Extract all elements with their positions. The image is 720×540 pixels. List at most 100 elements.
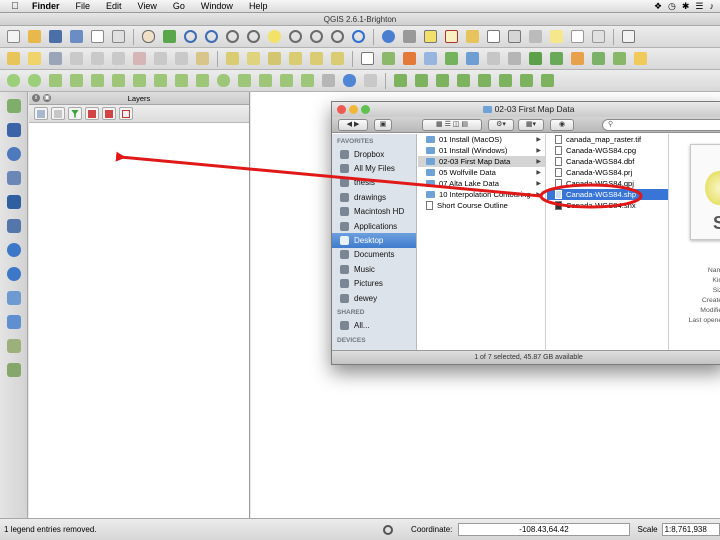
sidebar-item-music[interactable]: Music (332, 262, 416, 276)
identify-icon[interactable] (379, 28, 398, 46)
sidebar-item-desktop[interactable]: Desktop (332, 233, 416, 248)
add-postgis-layer-icon[interactable] (4, 144, 24, 164)
list-item[interactable]: Canada-WGS84.dbf (547, 156, 668, 167)
delimited-text-icon[interactable] (358, 50, 377, 68)
new-shapefile-layer-icon[interactable] (4, 336, 24, 356)
arrange-menu-icon[interactable]: ▦▾ (518, 119, 544, 131)
coordinate-toggle-icon[interactable] (383, 524, 394, 535)
timemachine-icon[interactable]: ◷ (668, 1, 676, 12)
measure-icon[interactable] (526, 28, 545, 46)
sidebar-item-dewey[interactable]: dewey (332, 291, 416, 305)
node-tool-icon[interactable] (109, 50, 128, 68)
zoom-last-icon[interactable] (307, 28, 326, 46)
select-icon[interactable] (421, 28, 440, 46)
list-item[interactable]: Short Course Outline (418, 200, 545, 211)
expand-all-icon[interactable] (85, 107, 99, 120)
plugin-j-icon[interactable] (454, 72, 473, 90)
save-edits-icon[interactable] (46, 50, 65, 68)
view-mode-buttons[interactable]: ▦ ☰ ◫ ▤ (422, 119, 482, 131)
rotate-feature-icon[interactable] (46, 72, 65, 90)
plugin-e-icon[interactable] (610, 50, 629, 68)
plugin-c-icon[interactable] (568, 50, 587, 68)
arrow-back-icon[interactable] (340, 72, 359, 90)
close-window-icon[interactable] (337, 105, 346, 114)
add-mssql-layer-icon[interactable] (4, 192, 24, 212)
layer-styling-icon[interactable] (34, 107, 48, 120)
list-item[interactable]: 01 Install (Windows) ▶ (418, 145, 545, 156)
add-ring-icon[interactable] (88, 72, 107, 90)
add-oracle-layer-icon[interactable] (4, 216, 24, 236)
filter-legend-icon[interactable] (68, 107, 82, 120)
rotate-label-icon[interactable] (307, 50, 326, 68)
menu-finder[interactable]: Finder (24, 1, 68, 11)
split-features-icon[interactable] (235, 72, 254, 90)
zoom-actual-icon[interactable] (223, 28, 242, 46)
refresh-icon[interactable] (349, 28, 368, 46)
plugin-a-icon[interactable] (526, 50, 545, 68)
back-forward-buttons[interactable]: ◀ ▶ (338, 119, 368, 131)
plugin-m-icon[interactable] (517, 72, 536, 90)
move-label-icon[interactable] (286, 50, 305, 68)
list-item[interactable]: 02-03 First Map Data ▶ (418, 156, 545, 167)
georeferencer-icon[interactable] (379, 50, 398, 68)
offline-editing-icon[interactable] (505, 50, 524, 68)
menu-edit[interactable]: Edit (98, 1, 130, 11)
open-project-icon[interactable] (25, 28, 44, 46)
sidebar-item-dropbox[interactable]: Dropbox (332, 147, 416, 161)
label-tool-icon[interactable] (223, 50, 242, 68)
sidebar-item-pictures[interactable]: Pictures (332, 277, 416, 291)
map-tips-icon[interactable] (547, 28, 566, 46)
add-feature-icon[interactable] (67, 50, 86, 68)
run-action-icon[interactable] (400, 28, 419, 46)
add-wfs-layer-icon[interactable] (4, 288, 24, 308)
toggle-editing-icon[interactable] (25, 50, 44, 68)
coordinate-field[interactable]: -108.43,64.42 (458, 523, 630, 536)
split-parts-icon[interactable] (256, 72, 275, 90)
new-spatialite-layer-icon[interactable] (4, 360, 24, 380)
add-group-icon[interactable] (51, 107, 65, 120)
reshape-icon[interactable] (193, 72, 212, 90)
menu-help[interactable]: Help (241, 1, 276, 11)
add-delimited-text-icon[interactable] (4, 312, 24, 332)
current-edits-icon[interactable] (4, 50, 23, 68)
plugin-b-icon[interactable] (547, 50, 566, 68)
add-wms-layer-icon[interactable] (4, 240, 24, 260)
list-item[interactable]: 05 Wolfville Data ▶ (418, 167, 545, 178)
zoom-selection-icon[interactable] (265, 28, 284, 46)
offset-curve-icon[interactable] (214, 72, 233, 90)
copy-features-icon[interactable] (172, 50, 191, 68)
spatial-query-icon[interactable] (463, 50, 482, 68)
simplify-feature-icon[interactable] (67, 72, 86, 90)
sidebar-item-all-my-files[interactable]: All My Files (332, 161, 416, 175)
new-bookmark-icon[interactable] (568, 28, 587, 46)
zoom-next-icon[interactable] (328, 28, 347, 46)
road-graph-icon[interactable] (421, 50, 440, 68)
plugin-n-icon[interactable] (538, 72, 557, 90)
plugin-h-icon[interactable] (412, 72, 431, 90)
zoom-out-icon[interactable] (202, 28, 221, 46)
dropbox-icon[interactable]: ❖ (654, 1, 662, 12)
delete-part-icon[interactable] (172, 72, 191, 90)
remove-layer-icon[interactable] (119, 107, 133, 120)
plugin-k-icon[interactable] (475, 72, 494, 90)
merge-attributes-icon[interactable] (298, 72, 317, 90)
zoom-in-icon[interactable] (181, 28, 200, 46)
show-bookmarks-icon[interactable] (589, 28, 608, 46)
sidebar-item-applications[interactable]: Applications (332, 219, 416, 233)
action-menu-icon[interactable]: ⚙▾ (488, 119, 514, 131)
attribute-table-icon[interactable] (484, 28, 503, 46)
deselect-icon[interactable] (442, 28, 461, 46)
add-vector-layer-icon[interactable] (4, 96, 24, 116)
merge-selected-icon[interactable] (277, 72, 296, 90)
wifi-icon[interactable]: ☰ (695, 1, 703, 12)
list-item[interactable]: Canada-WGS84.shx (547, 200, 668, 211)
finder-search-input[interactable]: ⚲ (602, 119, 720, 131)
list-item[interactable]: canada_map_raster.tif (547, 134, 668, 145)
plugin-g-icon[interactable] (391, 72, 410, 90)
cut-features-icon[interactable] (151, 50, 170, 68)
zoom-full-icon[interactable] (244, 28, 263, 46)
pan-icon[interactable] (139, 28, 158, 46)
fill-ring-icon[interactable] (130, 72, 149, 90)
pencil-icon[interactable] (361, 72, 380, 90)
new-print-composer-icon[interactable] (88, 28, 107, 46)
